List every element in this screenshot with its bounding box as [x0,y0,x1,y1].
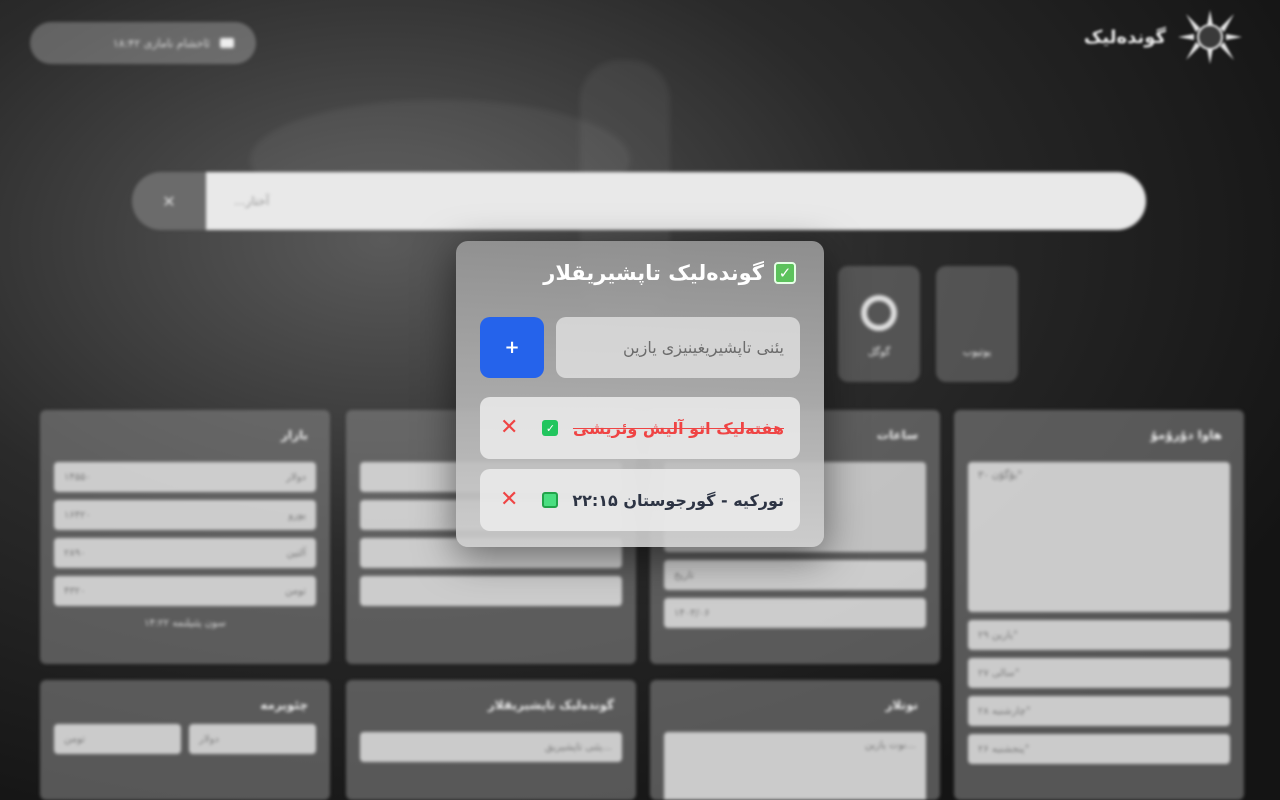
weather-row: سالی ۲۷° [968,658,1230,688]
currency-row: ۱۶۴۲۰ یورو [54,500,316,530]
search-input[interactable]: آختار... [206,172,1146,230]
converter-from[interactable]: دولار [189,724,316,754]
task-input[interactable]: یئنی تاپشیریق... [360,732,622,762]
shortcut-tile-google[interactable]: گوگل [838,266,920,382]
currency-row: ۴۳۲۰ تومن [54,576,316,606]
modal-title: گوندەلیک تاپشیریقلار [543,261,764,285]
delete-icon[interactable]: ✕ [500,417,518,439]
converter-widget: چئویرمه تومن دولار [40,680,330,800]
converter-to[interactable]: تومن [54,724,181,754]
weather-today: بۇگۇن ۳۰° [968,462,1230,612]
search-clear-button[interactable]: ✕ [132,172,206,230]
task-item: ✕ ✓ هفتەلیک اتو آلیش وئریشی [480,397,800,459]
clock-row: تاریخ [664,560,926,590]
prayer-time-text: ئاخشام نامازی ۱۸:۴۲ [112,36,210,50]
widget-title: بازار [281,428,308,442]
notes-widget: نوتلار نوت یازین... [650,680,940,800]
weather-widget: هاوا دۇرۇمۇ بۇگۇن ۳۰° یارین ۲۹° سالی ۲۷°… [954,410,1244,800]
clock-row: ۱۴۰۳/۰۶ [664,598,926,628]
delete-icon[interactable]: ✕ [500,489,518,511]
currency-row: ۲۸۹۰ آلتین [54,538,316,568]
shortcut-label: یوتیوب [962,347,992,358]
app-logo: گوندەلیک [1084,8,1244,66]
circle-icon [861,295,897,331]
prayer-time-pill[interactable]: ئاخشام نامازی ۱۸:۴۲ [30,22,256,64]
mosque-icon [220,38,234,48]
notes-textarea[interactable]: نوت یازین... [664,732,926,800]
add-task-button[interactable]: + [480,317,544,378]
new-task-input[interactable] [556,317,800,378]
widget-title: گوندەلیک تاپشیریقلار [487,698,614,712]
task-text: هفتەلیک اتو آلیش وئریشی [572,418,784,438]
widget-title: چئویرمه [260,698,308,712]
daily-tasks-modal: ✓ گوندەلیک تاپشیریقلار + ✕ ✓ هفتەلیک اتو… [456,241,824,547]
currency-widget: بازار ۱۴۵۵۰ دولار ۱۶۴۲۰ یورو ۲۸۹۰ آلتین ۴۳۲… [40,410,330,664]
currency-footer: سون یئنیلنمه ۱۴:۲۲ [144,618,226,629]
weather-row: چارشنبه ۲۸° [968,696,1230,726]
task-checkbox-checked[interactable]: ✓ [542,420,559,436]
task-checkbox-unchecked[interactable] [542,492,559,508]
widget-title: نوتلار [885,698,918,712]
task-text: تورکیه - گورجوستان ۲۲:۱۵ [572,490,784,510]
widget-title: هاوا دۇرۇمۇ [1150,428,1222,442]
logo-text: گوندەلیک [1083,26,1166,48]
modal-header: ✓ گوندەلیک تاپشیریقلار [543,261,796,285]
search-bar: ✕ آختار... [132,172,1146,230]
daily-tasks-widget: گوندەلیک تاپشیریقلار یئنی تاپشیریق... [346,680,636,800]
shortcut-tile-youtube[interactable]: یوتیوب [936,266,1018,382]
weather-row: یارین ۲۹° [968,620,1230,650]
close-icon: ✕ [162,191,176,211]
check-box-icon: ✓ [774,262,796,284]
shortcut-label: گوگل [867,347,891,358]
sun-emblem-icon [1176,8,1244,66]
task-item: ✕ تورکیه - گورجوستان ۲۲:۱۵ [480,469,800,531]
currency-row: ۱۴۵۵۰ دولار [54,462,316,492]
weather-row: پنجشنبه ۲۶° [968,734,1230,764]
task-actions: ✕ ✓ [500,417,559,439]
link-row[interactable] [360,576,622,606]
task-actions: ✕ [500,489,559,511]
